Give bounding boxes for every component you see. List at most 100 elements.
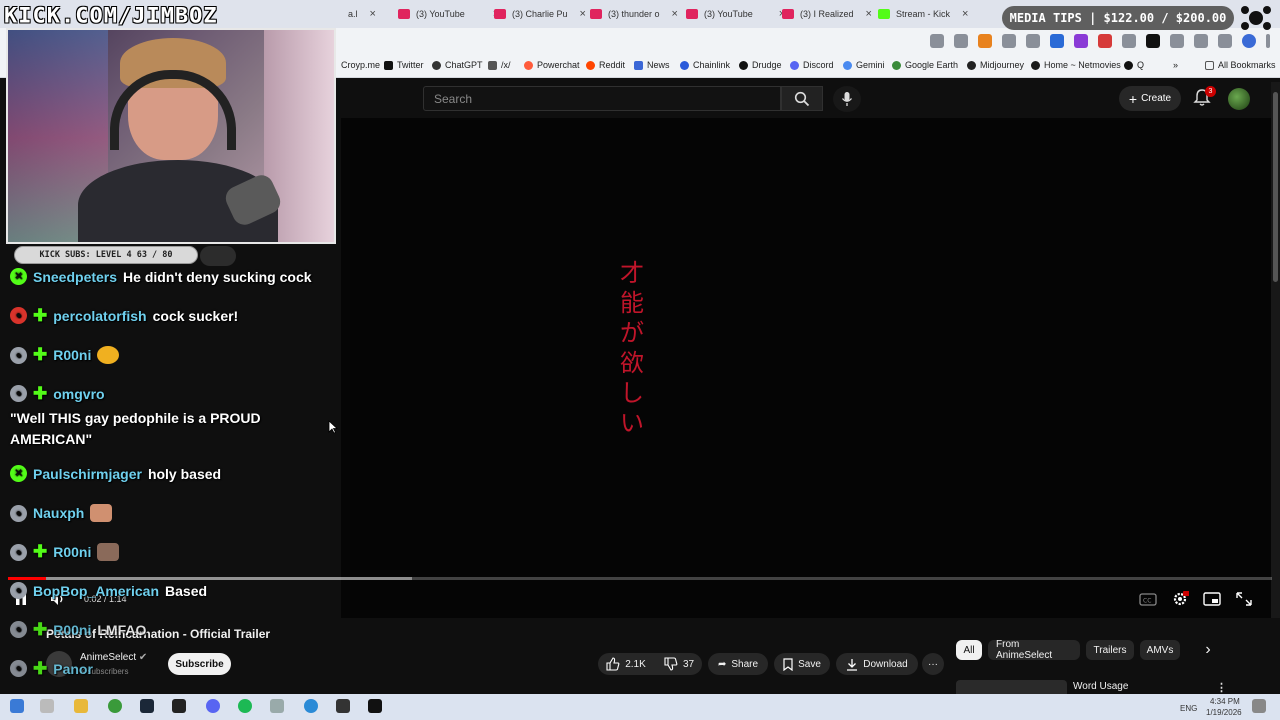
video-progress-bar[interactable] [8,577,1272,580]
chip-trailers[interactable]: Trailers [1086,640,1134,660]
extension-icon[interactable] [1074,34,1088,48]
bookmark[interactable]: Chainlink [680,60,730,70]
bookmark[interactable]: Gemini [843,60,885,70]
telegram-icon[interactable] [304,699,318,713]
close-icon[interactable]: × [580,8,586,20]
page-scrollbar[interactable] [1271,82,1280,694]
extension-icon[interactable] [1026,34,1040,48]
miniplayer-icon[interactable] [1203,591,1221,607]
browser-tab[interactable]: (3) Charlie Pu × [494,4,586,24]
close-icon[interactable]: × [866,8,872,20]
star-icon[interactable] [954,34,968,48]
task-view-icon[interactable] [40,699,54,713]
chat-username[interactable]: percolatorfish [53,308,146,324]
language-indicator[interactable]: ENG [1180,704,1197,713]
bookmark[interactable]: Drudge [739,60,782,70]
x-icon[interactable] [1146,34,1160,48]
more-bookmarks-button[interactable]: » [1173,60,1178,70]
bookmark[interactable]: Discord [790,60,834,70]
browser-tab[interactable]: (3) thunder o × [590,4,678,24]
kebab-menu-icon[interactable] [1266,34,1270,48]
bookmark[interactable]: Home ~ Netmovies [1031,60,1121,70]
close-icon[interactable]: × [672,8,678,20]
create-button[interactable]: + Create [1119,86,1181,111]
chat-username[interactable]: Nauxph [33,505,84,521]
chrome-icon[interactable] [108,699,122,713]
recommendation-menu-icon[interactable]: ⋮ [1216,681,1227,694]
captions-icon[interactable]: CC [1139,591,1157,607]
user-avatar[interactable] [1228,88,1250,110]
close-icon[interactable]: × [962,8,968,20]
browser-tab[interactable]: (3) I Realized × [782,4,872,24]
cast-icon[interactable] [930,34,944,48]
bookmark[interactable]: Midjourney [967,60,1024,70]
chat-username[interactable]: R00ni [53,347,91,363]
bookmark[interactable]: News [634,60,670,70]
video-player[interactable] [341,118,1271,618]
chat-username[interactable]: R00ni [53,544,91,560]
app-icon[interactable] [270,699,284,713]
chat-username[interactable]: Panor [53,661,93,677]
search-button[interactable] [781,86,823,111]
discord-icon[interactable] [206,699,220,713]
extension-icon[interactable] [1050,34,1064,48]
settings-gear-icon[interactable] [1171,591,1189,607]
dislike-button[interactable]: 37 [656,653,702,675]
terminal-icon[interactable] [172,699,186,713]
app-icon[interactable] [368,699,382,713]
spotify-icon[interactable] [238,699,252,713]
browser-tab[interactable]: (3) YouTube × [398,4,499,24]
share-button[interactable]: ➦ Share [708,653,768,675]
save-button[interactable]: Save [774,653,830,675]
subscribe-button[interactable]: Subscribe [168,653,231,675]
metamask-icon[interactable] [978,34,992,48]
chat-username[interactable]: BopBop_American [33,583,159,599]
chainlink-icon [680,60,689,70]
browser-tab-active[interactable]: Stream - Kick × [878,4,968,24]
microphone-icon [841,92,853,106]
bookmark[interactable]: /x/ [488,60,511,70]
browser-tab[interactable]: a.l × [348,4,376,24]
profile-icon[interactable] [1242,34,1256,48]
chip-amvs[interactable]: AMVs [1140,640,1180,660]
like-button[interactable]: 2.1K [598,653,654,675]
shield-icon[interactable] [1002,34,1016,48]
recommendation-thumbnail[interactable] [956,680,1067,694]
more-actions-button[interactable]: ··· [922,653,944,675]
extension-icon[interactable] [1098,34,1112,48]
bookmark[interactable]: Powerchat [524,60,580,70]
bookmark[interactable]: Croyp.me [341,60,380,70]
menu-icon[interactable] [1218,34,1232,48]
chip-from-channel[interactable]: From AnimeSelect [988,639,1080,661]
chips-next-button[interactable]: › [1196,640,1220,660]
bookmark[interactable]: Q [1124,60,1144,70]
clock-date[interactable]: 1/19/2026 [1206,708,1242,717]
close-icon[interactable]: × [370,8,376,20]
file-explorer-icon[interactable] [74,699,88,713]
download-button[interactable]: Download [836,653,918,675]
search-input[interactable]: Search [423,86,781,111]
bookmark[interactable]: Twitter [384,60,424,70]
voice-search-button[interactable] [833,86,861,112]
browser-tab[interactable]: (3) YouTube × [686,4,785,24]
steam-icon[interactable] [140,699,154,713]
extension-icon[interactable] [1122,34,1136,48]
sidebar-icon[interactable] [1194,34,1208,48]
bookmark[interactable]: Reddit [586,60,625,70]
chat-username[interactable]: Sneedpeters [33,269,117,285]
chip-all[interactable]: All [956,640,982,660]
chat-username[interactable]: Paulschirmjager [33,466,142,482]
all-bookmarks[interactable]: All Bookmarks [1205,60,1276,70]
chat-username[interactable]: omgvro [53,386,104,402]
chat-username[interactable]: R00ni [53,622,91,638]
bookmark[interactable]: Google Earth [892,60,958,70]
puzzle-icon[interactable] [1170,34,1184,48]
obs-icon[interactable] [336,699,350,713]
notification-center-icon[interactable] [1252,699,1266,713]
scrollbar-thumb[interactable] [1273,92,1278,282]
clock-time[interactable]: 4:34 PM [1210,697,1240,706]
start-icon[interactable] [10,699,24,713]
recommendation-title[interactable]: Word Usage [1073,681,1128,692]
bookmark[interactable]: ChatGPT [432,60,483,70]
fullscreen-icon[interactable] [1235,591,1253,607]
